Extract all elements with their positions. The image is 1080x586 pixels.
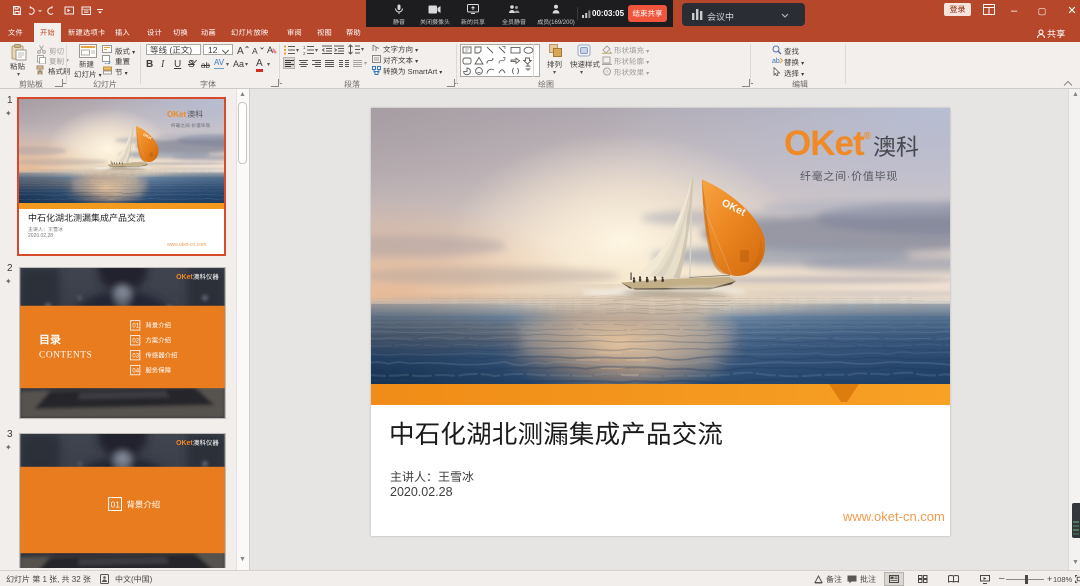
svg-text:01: 01 — [111, 500, 121, 510]
svg-text:CONTENTS: CONTENTS — [39, 350, 92, 360]
svg-text:澳科仪器: 澳科仪器 — [193, 438, 219, 447]
svg-text:A: A — [237, 46, 244, 55]
svg-text:传感器介绍: 传感器介绍 — [145, 350, 177, 359]
svg-text:A: A — [252, 46, 258, 55]
svg-text:OKet: OKet — [176, 440, 193, 447]
svg-text:04: 04 — [132, 368, 139, 374]
svg-text:01: 01 — [132, 324, 139, 330]
svg-text:服务保障: 服务保障 — [145, 365, 171, 374]
svg-text:ab: ab — [772, 58, 780, 65]
svg-text:方案介绍: 方案介绍 — [145, 336, 171, 345]
svg-text:A: A — [267, 45, 273, 55]
svg-text:2: 2 — [303, 51, 306, 55]
svg-text:澳科仪器: 澳科仪器 — [193, 272, 219, 281]
svg-text:目录: 目录 — [39, 331, 61, 347]
svg-text:02: 02 — [132, 339, 139, 345]
svg-text:背景介绍: 背景介绍 — [126, 499, 160, 511]
svg-text:背景介绍: 背景介绍 — [145, 321, 171, 330]
svg-text:03: 03 — [132, 353, 139, 359]
svg-text:OKet: OKet — [176, 274, 193, 281]
svg-text:1: 1 — [303, 45, 306, 50]
